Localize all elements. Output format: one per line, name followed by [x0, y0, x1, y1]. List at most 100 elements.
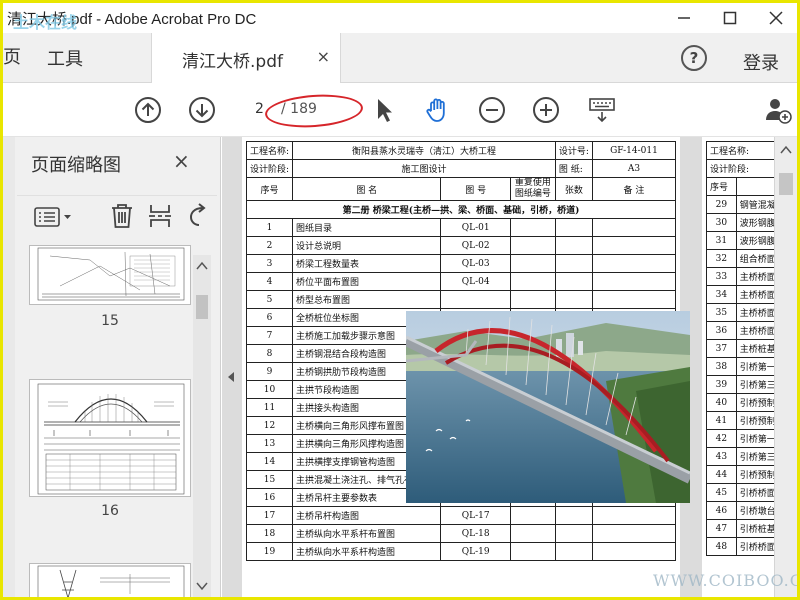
row-no: 18	[245, 524, 294, 543]
minimize-button[interactable]	[661, 3, 707, 33]
row-note	[591, 290, 677, 309]
close-tab-button[interactable]: ×	[317, 47, 330, 66]
tab-tools[interactable]: 工具	[47, 45, 83, 71]
previous-page-icon[interactable]	[133, 95, 163, 125]
row-no: 10	[245, 380, 294, 399]
title-bar: 清江大桥.pdf - Adobe Acrobat Pro DC 土木在线	[3, 3, 797, 33]
collapse-panel-icon[interactable]	[226, 371, 236, 383]
rotate-page-icon[interactable]	[187, 202, 207, 230]
row-name: 设计总说明	[292, 236, 442, 255]
row-no: 7	[245, 326, 294, 345]
add-user-icon[interactable]	[763, 95, 793, 125]
thumbnail-page[interactable]	[29, 379, 191, 497]
row-no: 32	[706, 249, 737, 268]
close-panel-button[interactable]: ×	[173, 149, 190, 173]
table-row: 19 主桥纵向水平系杆构造图 QL-19	[245, 542, 677, 561]
row-name: 桥型总布置图	[292, 290, 442, 309]
row-no: 42	[706, 429, 737, 448]
keyboard-icon[interactable]	[587, 95, 617, 125]
thumbnail-page[interactable]	[29, 563, 191, 597]
tab-home[interactable]: 页	[3, 33, 25, 83]
scroll-up-icon[interactable]	[780, 145, 792, 155]
row-no: 48	[706, 537, 737, 556]
col-note-header: 备 注	[591, 177, 677, 201]
col-no-header-next: 序号	[706, 177, 737, 196]
row-no: 31	[706, 231, 737, 250]
row-no: 12	[245, 416, 294, 435]
maximize-button[interactable]	[707, 3, 753, 33]
document-tab-label: 清江大桥.pdf	[182, 52, 283, 72]
hand-tool-icon[interactable]	[423, 95, 453, 125]
thumbnail-label: 15	[101, 313, 119, 329]
col-name-header: 图 名	[292, 177, 442, 201]
table-row: 17 主桥吊杆构造图 QL-17	[245, 506, 677, 525]
scroll-thumb[interactable]	[196, 295, 208, 319]
row-no: 34	[706, 285, 737, 304]
thumbnail-scrollbar[interactable]	[193, 255, 211, 597]
thumbnail-drawing	[37, 247, 185, 301]
bridge-rendering-image	[406, 311, 690, 503]
row-no: 39	[706, 375, 737, 394]
row-note	[591, 218, 677, 237]
help-button[interactable]: ?	[681, 45, 707, 71]
delete-page-icon[interactable]	[109, 202, 135, 230]
table-row: 18 主桥纵向水平系杆布置图 QL-18	[245, 524, 677, 543]
thumbnail-page[interactable]	[29, 245, 191, 305]
row-no: 16	[245, 488, 294, 507]
row-sheets	[554, 524, 593, 543]
row-sheets	[554, 506, 593, 525]
row-no: 8	[245, 344, 294, 363]
design-no-label: 设计号:	[554, 141, 593, 160]
login-button[interactable]: 登录	[743, 49, 779, 75]
row-sheets	[554, 290, 593, 309]
project-name: 衡阳县蒸水灵瑞寺（清江）大桥工程	[292, 141, 556, 160]
row-no: 19	[245, 542, 294, 561]
row-note	[591, 524, 677, 543]
row-no: 9	[245, 362, 294, 381]
row-no: 6	[245, 308, 294, 327]
thumbnail-list: 15 16	[23, 245, 193, 597]
extract-page-icon[interactable]	[147, 202, 173, 230]
row-sheets	[554, 236, 593, 255]
row-no: 33	[706, 267, 737, 286]
options-menu-icon[interactable]	[33, 206, 75, 228]
row-no: 3	[245, 254, 294, 273]
panel-edge-strip	[3, 137, 15, 597]
scroll-up-icon[interactable]	[196, 261, 208, 271]
table-row: 2 设计总说明 QL-02	[245, 236, 677, 255]
row-sheets	[554, 254, 593, 273]
stage-label: 设计阶段:	[245, 159, 294, 178]
row-name: 主桥吊杆构造图	[292, 506, 442, 525]
row-code: QL-03	[440, 254, 511, 273]
select-arrow-icon[interactable]	[369, 95, 399, 125]
row-reuse	[509, 524, 556, 543]
close-window-button[interactable]	[753, 3, 797, 33]
row-no: 2	[245, 236, 294, 255]
row-name: 图纸目录	[292, 218, 442, 237]
zoom-out-icon[interactable]	[477, 95, 507, 125]
minimize-icon	[678, 17, 690, 19]
thumbnail-drawing	[37, 383, 185, 495]
row-note	[591, 272, 677, 291]
tab-document[interactable]: 清江大桥.pdf ×	[151, 33, 341, 84]
site-watermark: WWW.COIBOO.COM	[653, 571, 797, 590]
maximize-icon	[723, 11, 737, 25]
scroll-thumb[interactable]	[779, 173, 793, 195]
scroll-down-icon[interactable]	[196, 581, 208, 591]
current-page-input[interactable]: 2	[255, 101, 264, 117]
stage-value: 施工图设计	[292, 159, 556, 178]
section-title: 第二册 桥梁工程(主桥—拱、梁、桥面、基础，引桥，桥道)	[246, 200, 676, 219]
row-reuse	[509, 236, 556, 255]
row-no: 5	[245, 290, 294, 309]
document-view[interactable]: 工程名称: 衡阳县蒸水灵瑞寺（清江）大桥工程 设计号: GF-14-011 设计…	[222, 137, 797, 597]
row-no: 46	[706, 501, 737, 520]
next-page-icon[interactable]	[187, 95, 217, 125]
paper-value: A3	[591, 159, 677, 178]
zoom-in-icon[interactable]	[531, 95, 561, 125]
row-reuse	[509, 254, 556, 273]
row-no: 47	[706, 519, 737, 538]
row-name: 桥位平面布置图	[292, 272, 442, 291]
document-scrollbar[interactable]	[774, 137, 797, 597]
row-no: 41	[706, 411, 737, 430]
col-sheets-header: 张数	[554, 177, 593, 201]
